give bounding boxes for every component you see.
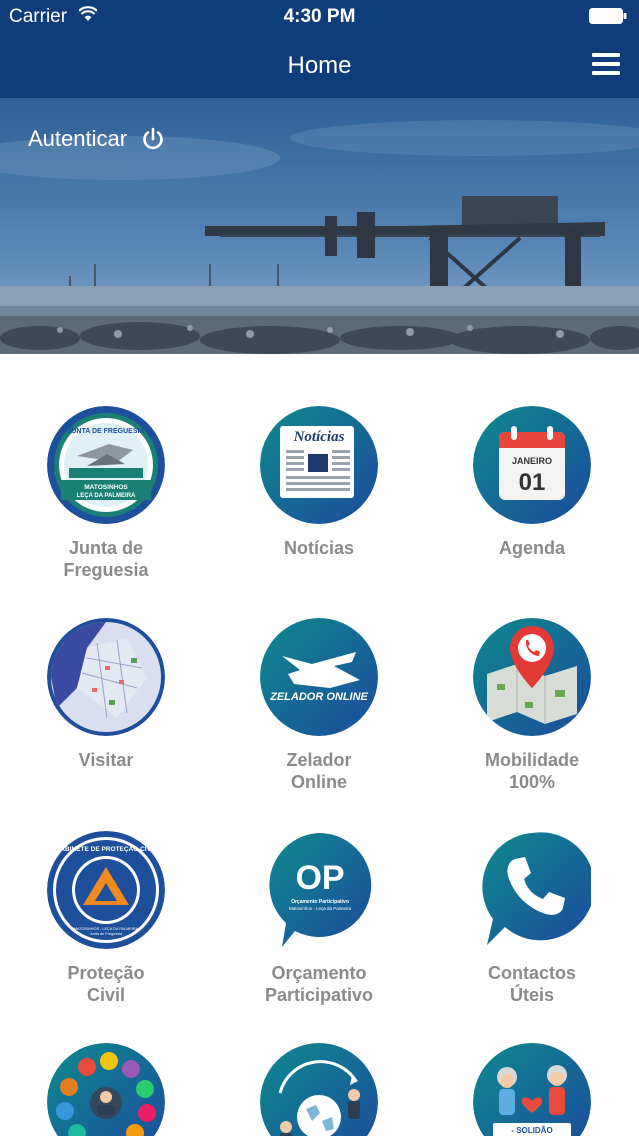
calendar-month: JANEIRO — [512, 456, 552, 466]
tile-label: Mobilidade 100% — [485, 750, 579, 792]
map-pin-phone-icon — [473, 618, 591, 736]
tile-label: Notícias — [283, 538, 355, 558]
tile-label: Orçamento Participativo — [264, 963, 374, 1005]
solitude-badge-text: - SOLIDÃO — [511, 1126, 552, 1135]
login-button[interactable]: Autenticar — [28, 126, 165, 152]
status-time: 4:30 PM — [283, 6, 356, 27]
newspaper-badge-text: Notícias — [293, 429, 345, 445]
tile-zelador-online[interactable]: ZELADOR ONLINE Zelador Online — [219, 618, 419, 793]
power-icon — [143, 127, 163, 150]
globe-people-icon — [260, 1043, 378, 1136]
op-sub-text-1: Orçamento Participativo — [291, 899, 349, 905]
zelador-badge-text: ZELADOR ONLINE — [269, 691, 368, 703]
tile-orcamento-participativo[interactable]: OP Orçamento Participativo Matosinhos - … — [219, 831, 419, 1006]
hamburger-menu-icon[interactable] — [592, 53, 620, 77]
newspaper-icon: Notícias — [260, 406, 378, 524]
tile-label: Visitar — [78, 750, 134, 770]
services-icon — [47, 1043, 165, 1136]
tile-solidao[interactable]: - SOLIDÃO — [432, 1043, 632, 1136]
seal-bottom-text-2: LEÇA DA PALMEIRA — [77, 493, 136, 499]
op-sub-text-2: Matosinhos - Leça da Palmeira — [289, 906, 352, 911]
tile-mobilidade[interactable]: Mobilidade 100% — [432, 618, 632, 793]
seal-top-text: GABINETE DE PROTEÇÃO CIVIL — [55, 844, 157, 853]
seal-bottom-text-2: Junta de Freguesia — [90, 932, 123, 936]
tile-agenda[interactable]: JANEIRO 01 Agenda — [432, 406, 632, 559]
page-title: Home — [287, 52, 352, 79]
tile-contactos-uteis[interactable]: Contactos Úteis — [432, 831, 632, 1006]
phone-icon — [473, 831, 591, 949]
map-icon — [47, 618, 165, 736]
calendar-day: 01 — [519, 469, 546, 496]
hero-banner: Autenticar — [0, 98, 639, 354]
tile-visitar[interactable]: Visitar — [6, 618, 206, 771]
tile-protecao-civil[interactable]: GABINETE DE PROTEÇÃO CIVIL MATOSINHOS - … — [6, 831, 206, 1006]
tile-label: Junta de Freguesia — [63, 538, 149, 580]
tile-globe-people[interactable] — [219, 1043, 419, 1136]
login-label: Autenticar — [28, 126, 128, 151]
civil-protection-icon: GABINETE DE PROTEÇÃO CIVIL MATOSINHOS - … — [47, 831, 165, 949]
top-bar: Carrier 4:30 PM Home — [0, 0, 639, 98]
calendar-icon: JANEIRO 01 — [473, 406, 591, 524]
seal-bottom-text-1: MATOSINHOS - LEÇA DA PALMEIRA — [74, 927, 139, 931]
zelador-icon: ZELADOR ONLINE — [260, 618, 378, 736]
tile-services[interactable] — [6, 1043, 206, 1136]
tile-junta-de-freguesia[interactable]: JUNTA DE FREGUESIA MATOSINHOS LEÇA DA PA… — [6, 406, 206, 581]
tile-label: Proteção Civil — [67, 963, 145, 1005]
battery-icon — [589, 8, 627, 24]
tile-label: Zelador Online — [286, 750, 352, 792]
tile-noticias[interactable]: Notícias Notícias — [219, 406, 419, 559]
op-badge-text: OP — [295, 859, 344, 897]
parish-seal-icon: JUNTA DE FREGUESIA MATOSINHOS LEÇA DA PA… — [47, 406, 165, 524]
seal-top-text: JUNTA DE FREGUESIA — [67, 428, 144, 435]
tile-label: Agenda — [498, 538, 565, 558]
participatory-budget-icon: OP Orçamento Participativo Matosinhos - … — [260, 831, 378, 949]
tile-label: Contactos Úteis — [487, 963, 576, 1005]
seal-bottom-text-1: MATOSINHOS — [84, 484, 128, 491]
status-bar: Carrier 4:30 PM — [0, 0, 639, 34]
solitude-icon: - SOLIDÃO — [473, 1043, 591, 1136]
